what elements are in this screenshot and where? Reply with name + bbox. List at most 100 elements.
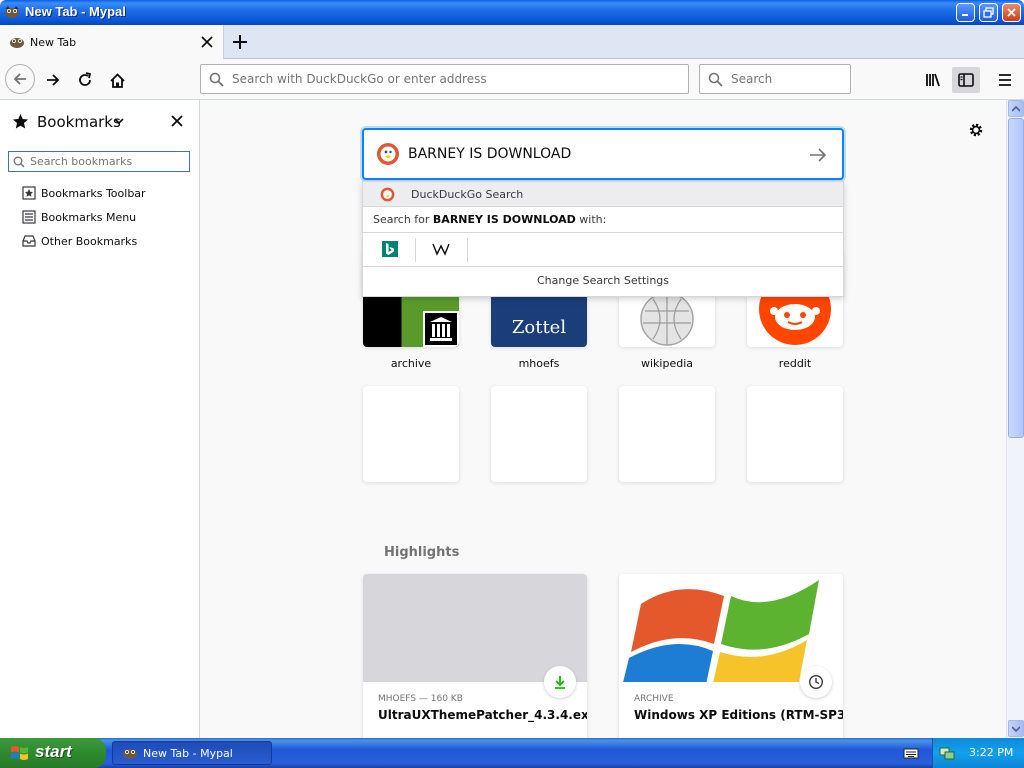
top-site-label: reddit [778,357,812,370]
window-title: New Tab - Mypal [25,4,126,19]
suggestion-label: DuckDuckGo Search [411,188,524,201]
sidebar-toggle-button[interactable] [952,67,980,93]
page-search-box[interactable] [362,128,844,180]
bookmark-folder-menu[interactable]: Bookmarks Menu [22,208,136,226]
new-tab-plus-icon[interactable] [230,32,250,52]
suggestion-duckduckgo-search[interactable]: DuckDuckGo Search [363,182,843,207]
sidebar-title: Bookmarks [37,113,121,131]
top-site-label: mhoefs [518,357,560,370]
search-with-hint: Search for BARNEY IS DOWNLOAD with: [373,213,606,226]
wikipedia-engine-button[interactable] [431,239,451,259]
system-tray: 3:22 PM [932,738,1024,768]
close-window-button[interactable] [1002,3,1021,22]
page-search-input[interactable] [408,138,788,170]
taskbar-window-button[interactable]: New Tab - Mypal [112,741,272,765]
top-site-empty[interactable] [491,386,587,482]
bookmark-folder-toolbar[interactable]: Bookmarks Toolbar [22,184,146,202]
bookmark-item-label: Bookmarks Menu [41,210,137,224]
mypal-tab-icon [10,38,24,48]
tab-new-tab[interactable]: New Tab [0,25,224,59]
search-for-prefix: Search for [373,213,433,226]
home-button[interactable] [104,67,130,93]
bookmark-item-label: Other Bookmarks [41,234,138,248]
divider [363,266,843,267]
forward-button[interactable] [40,67,66,93]
search-go-arrow-icon[interactable] [808,145,828,165]
bookmarks-menu-icon [22,210,36,224]
network-tray-icon[interactable] [939,746,955,760]
up-arrow-icon [1012,105,1020,112]
bookmarks-sidebar: Bookmarks Bookmarks Toolbar Bookmarks Me… [0,100,200,738]
window-title-bar[interactable]: New Tab - Mypal [0,0,1024,25]
search-for-query: BARNEY IS DOWNLOAD [432,213,576,226]
gear-icon[interactable] [967,121,985,139]
bing-icon [382,241,398,257]
duckduckgo-icon [380,187,395,202]
card-context: ARCHIVE [634,694,674,704]
duckduckgo-icon [377,143,399,165]
library-button[interactable] [920,67,946,93]
windows-flag-icon [11,746,28,760]
change-search-settings-button[interactable]: Change Search Settings [363,274,843,287]
top-site-empty[interactable] [363,386,459,482]
clock-icon [808,674,824,690]
home-icon [109,72,125,88]
minimize-icon [962,14,968,16]
reload-button[interactable] [72,67,98,93]
bookmark-item-label: Bookmarks Toolbar [41,186,146,200]
close-sidebar-icon[interactable] [170,114,184,128]
menu-button[interactable] [992,67,1018,93]
history-badge [800,666,832,698]
back-button[interactable] [5,64,35,94]
star-icon [13,114,28,129]
taskbar-window-label: New Tab - Mypal [143,747,233,760]
windows-xp-logo-thumbnail [619,574,843,682]
scroll-up-button[interactable] [1008,100,1024,117]
down-arrow-icon [1012,725,1020,732]
top-site-empty[interactable] [619,386,715,482]
search-bar[interactable] [699,64,851,94]
archive-logo-icon [423,311,459,347]
vertical-scrollbar[interactable] [1006,100,1024,738]
tab-label: New Tab [30,36,77,49]
bookmarks-search-box[interactable] [8,151,190,172]
card-context: MHOEFS — 160 KB [378,694,463,704]
navigation-toolbar [0,59,1024,100]
search-icon [209,72,224,87]
sidebar-header[interactable]: Bookmarks [0,100,200,144]
bookmarks-search-input[interactable] [30,152,185,171]
search-icon [13,156,25,168]
wikipedia-globe-icon [640,292,694,346]
divider [467,238,468,262]
chevron-down-icon[interactable] [114,116,124,126]
new-tab-page: archive Zottel mhoefs wikipedia reddit B… [200,100,1006,738]
reload-icon [79,72,92,86]
library-icon [926,73,940,87]
clock: 3:22 PM [969,746,1014,759]
start-label: start [35,742,72,761]
mypal-app-icon [123,749,137,759]
forward-arrow-icon [47,74,60,86]
search-for-suffix: with: [575,213,607,226]
minimize-button[interactable] [956,3,975,22]
scroll-down-button[interactable] [1008,720,1024,737]
url-bar[interactable] [200,64,689,94]
divider [363,232,843,233]
top-site-label: wikipedia [640,357,693,370]
close-tab-icon[interactable] [199,34,215,50]
highlight-card-download[interactable]: MHOEFS — 160 KB UltraUXThemePatcher_4.3.… [363,574,587,738]
download-badge [544,666,576,698]
search-input[interactable] [731,65,841,93]
start-button[interactable]: start [0,738,106,768]
restore-button[interactable] [979,3,998,22]
windows-taskbar: start New Tab - Mypal 3:22 PM [0,738,1024,768]
hamburger-menu-icon [999,74,1011,86]
bookmark-folder-other[interactable]: Other Bookmarks [22,232,137,250]
bing-engine-button[interactable] [380,239,400,259]
scroll-thumb[interactable] [1008,118,1024,438]
highlight-card-archive[interactable]: ARCHIVE Windows XP Editions (RTM-SP3) ..… [619,574,843,738]
top-site-empty[interactable] [747,386,843,482]
keyboard-icon[interactable] [903,746,919,760]
restore-icon [983,7,994,18]
url-input[interactable] [232,65,672,93]
